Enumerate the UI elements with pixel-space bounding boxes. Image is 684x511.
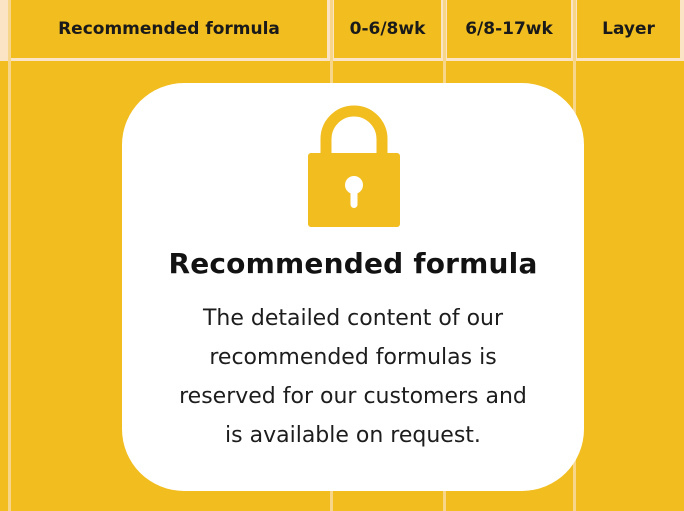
message-line: is available on request. — [225, 423, 481, 448]
message-line: reserved for our customers and — [179, 384, 527, 409]
table-header-row: Recommended formula 0-6/8wk 6/8-17wk Lay… — [0, 0, 684, 61]
column-header-6-8-17wk: 6/8-17wk — [447, 0, 571, 58]
table-column-layer — [577, 61, 684, 511]
padlock-icon — [308, 105, 400, 227]
column-divider — [8, 0, 11, 511]
column-header-0-6-8wk: 0-6/8wk — [334, 0, 441, 58]
locked-content-title: Recommended formula — [168, 247, 538, 280]
locked-content-message: The detailed content of our recommended … — [122, 299, 584, 455]
locked-content-card: Recommended formula The detailed content… — [122, 83, 584, 491]
column-header-layer: Layer — [577, 0, 680, 58]
message-line: The detailed content of our — [202, 306, 504, 331]
message-line: recommended formulas is — [209, 345, 497, 370]
table-edge-column — [0, 61, 8, 511]
column-header-recommended-formula: Recommended formula — [11, 0, 327, 58]
formula-table-page: Recommended formula 0-6/8wk 6/8-17wk Lay… — [0, 0, 684, 511]
